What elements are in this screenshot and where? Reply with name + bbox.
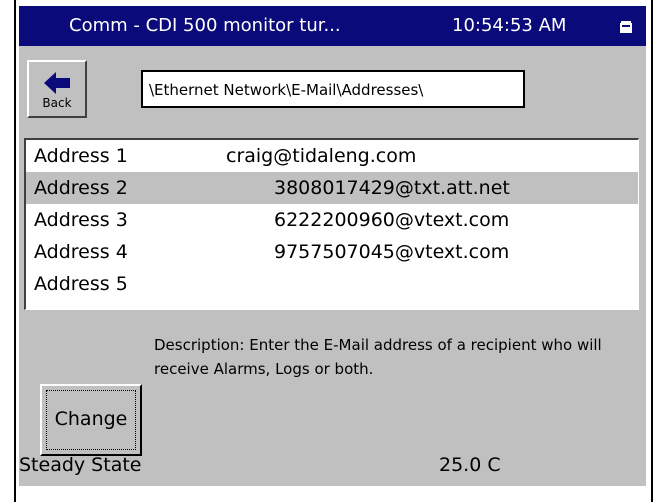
- address-name: Address 1: [34, 145, 128, 167]
- device-screen: Comm - CDI 500 monitor tur... 10:54:53 A…: [19, 6, 646, 486]
- address-value: 9757507045@vtext.com: [274, 241, 510, 263]
- arrow-left-icon: [44, 72, 70, 94]
- address-value: 6222200960@vtext.com: [274, 209, 510, 231]
- change-button[interactable]: Change: [40, 384, 142, 456]
- status-temperature: 25.0 C: [439, 454, 501, 476]
- change-label: Change: [54, 408, 128, 430]
- clock: 10:54:53 AM: [452, 15, 567, 36]
- address-list[interactable]: Address 1 craig@tidaleng.com Address 2 3…: [24, 138, 639, 310]
- address-name: Address 4: [34, 241, 128, 263]
- path-field[interactable]: \Ethernet Network\E-Mail\Addresses\: [141, 70, 525, 108]
- address-value: craig@tidaleng.com: [226, 145, 417, 167]
- back-button[interactable]: Back: [27, 60, 87, 118]
- back-label: Back: [42, 96, 72, 110]
- list-item-selected[interactable]: Address 2 3808017429@txt.att.net: [26, 172, 638, 204]
- description-text: Description: Enter the E-Mail address of…: [154, 336, 602, 378]
- left-border: [14, 0, 16, 502]
- list-item[interactable]: Address 4 9757507045@vtext.com: [26, 236, 638, 268]
- list-item[interactable]: Address 1 craig@tidaleng.com: [26, 140, 638, 172]
- address-name: Address 3: [34, 209, 128, 231]
- address-value: 3808017429@txt.att.net: [274, 177, 510, 199]
- battery-icon: [620, 21, 632, 33]
- list-item[interactable]: Address 3 6222200960@vtext.com: [26, 204, 638, 236]
- window-title: Comm - CDI 500 monitor tur...: [69, 15, 341, 36]
- list-item[interactable]: Address 5: [26, 268, 638, 300]
- address-name: Address 5: [34, 273, 128, 295]
- status-state: Steady State: [19, 454, 142, 476]
- title-bar: Comm - CDI 500 monitor tur... 10:54:53 A…: [19, 6, 646, 46]
- address-name: Address 2: [34, 177, 128, 199]
